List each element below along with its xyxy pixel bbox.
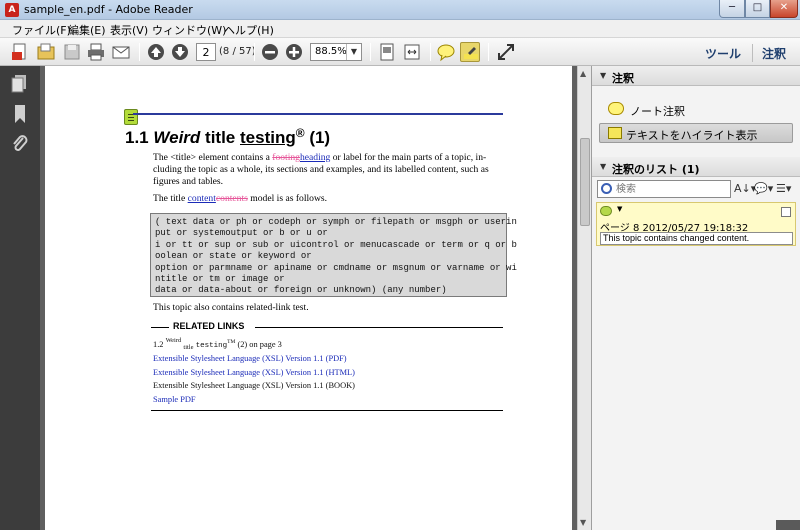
toolbar-separator xyxy=(752,44,753,62)
paragraph-2: The title contentcontents model is as fo… xyxy=(153,193,328,204)
fit-width-icon xyxy=(404,44,420,60)
adobe-reader-icon: A xyxy=(5,3,19,17)
filter-comments-icon[interactable]: 💬▾ xyxy=(754,182,773,195)
create-pdf-icon xyxy=(12,43,26,60)
collapse-triangle-icon[interactable]: ▼ xyxy=(600,162,606,171)
comment-search-box[interactable] xyxy=(597,180,731,198)
speech-bubble-icon xyxy=(608,102,624,115)
envelope-icon xyxy=(112,46,130,59)
bookmarks-icon[interactable] xyxy=(11,104,29,124)
window-title: sample_en.pdf - Adobe Reader xyxy=(24,3,193,16)
zoom-in-button[interactable] xyxy=(284,42,304,62)
highlighter-icon xyxy=(608,127,622,139)
paragraph-1-line-3: figures and tables. xyxy=(153,176,224,187)
related-link-5[interactable]: Sample PDF xyxy=(153,395,196,404)
close-button[interactable]: ✕ xyxy=(770,0,798,18)
print-button[interactable] xyxy=(86,42,106,62)
open-button[interactable] xyxy=(36,42,56,62)
email-button[interactable] xyxy=(111,42,131,62)
toolbar-separator xyxy=(488,43,489,61)
next-page-button[interactable] xyxy=(170,42,190,62)
open-folder-icon xyxy=(37,43,55,60)
comment-text-field[interactable]: This topic contains changed content. xyxy=(600,232,793,245)
collapse-triangle-icon[interactable]: ▼ xyxy=(600,71,606,80)
related-links-header: RELATED LINKS xyxy=(151,321,503,333)
pdf-page: 1.1 Weird title testing® (1) The <title>… xyxy=(45,66,572,530)
related-link-3[interactable]: Extensible Stylesheet Language (XSL) Ver… xyxy=(153,368,355,377)
maximize-button[interactable]: □ xyxy=(745,0,770,18)
comment-panel: ▼ 注釈 ノート注釈 テキストをハイライト表示 ▼ 注釈のリスト (1) A↓▾… xyxy=(591,66,800,530)
tools-pane-button[interactable]: ツール xyxy=(705,45,741,62)
comment-list-section-header[interactable]: ▼ 注釈のリスト (1) xyxy=(592,157,800,177)
paragraph-1-line-1: The <title> element contains a footinghe… xyxy=(153,152,487,163)
save-button[interactable] xyxy=(62,42,82,62)
options-menu-icon[interactable]: ☰▾ xyxy=(776,182,791,195)
annotations-section-header[interactable]: ▼ 注釈 xyxy=(592,66,800,86)
speech-bubble-icon xyxy=(437,44,455,62)
paragraph-1-line-2: cluding the topic as a whole, its sectio… xyxy=(153,164,489,175)
fit-page-button[interactable] xyxy=(377,42,397,62)
menu-help[interactable]: ヘルプ(H) xyxy=(224,22,274,38)
vertical-scrollbar[interactable]: ▲ ▼ xyxy=(577,66,591,530)
comment-pane-button[interactable]: 注釈 xyxy=(762,45,786,62)
highlighter-icon xyxy=(464,47,478,59)
highlight-text-button[interactable] xyxy=(460,42,480,62)
code-block: ( text data or ph or codeph or symph or … xyxy=(150,213,517,297)
zoom-out-button[interactable] xyxy=(260,42,280,62)
section-heading: 1.1 Weird title testing® (1) xyxy=(125,126,331,147)
related-link-2[interactable]: Extensible Stylesheet Language (XSL) Ver… xyxy=(153,354,347,363)
document-viewer[interactable]: 1.1 Weird title testing® (1) The <title>… xyxy=(40,66,577,530)
toolbar-separator xyxy=(254,43,255,61)
comment-bubble-icon xyxy=(600,206,612,216)
heading-rule xyxy=(133,113,503,115)
sort-icon[interactable]: A↓▾ xyxy=(734,182,756,195)
toolbar-separator xyxy=(430,43,431,61)
related-links-bottom-rule xyxy=(151,410,503,411)
highlight-text-tool[interactable]: テキストをハイライト表示 xyxy=(599,123,793,143)
toolbar: (8 / 57) 88.5% ▼ ツール 注釈 xyxy=(0,38,800,66)
plus-circle-icon xyxy=(286,44,302,60)
paragraph-3: This topic also contains related-link te… xyxy=(153,302,309,313)
comment-checkbox[interactable] xyxy=(781,207,791,217)
page-number-input[interactable] xyxy=(196,43,216,61)
related-link-4[interactable]: Extensible Stylesheet Language (XSL) Ver… xyxy=(153,381,355,390)
create-pdf-button[interactable] xyxy=(10,42,30,62)
expand-arrows-icon xyxy=(498,44,514,60)
menu-bar: ファイル(F) 編集(E) 表示(V) ウィンドウ(W) ヘルプ(H) xyxy=(0,20,800,38)
save-icon xyxy=(64,44,80,60)
navigation-pane xyxy=(0,66,40,530)
menu-view[interactable]: 表示(V) xyxy=(110,22,148,38)
fit-width-button[interactable] xyxy=(402,42,422,62)
page-thumbnails-icon[interactable] xyxy=(11,74,29,94)
comment-search-input[interactable] xyxy=(616,182,726,196)
expand-button[interactable] xyxy=(496,42,516,62)
minimize-button[interactable]: ─ xyxy=(719,0,745,18)
sticky-note-button[interactable] xyxy=(436,42,456,62)
sticky-note-annotation-icon[interactable] xyxy=(124,109,138,125)
page-count: (8 / 57) xyxy=(219,46,256,57)
fit-page-icon xyxy=(380,43,394,61)
arrow-down-circle-icon xyxy=(172,44,188,60)
comment-item[interactable]: ▼ ページ 8 2012/05/27 19:18:32 This topic c… xyxy=(596,202,796,246)
menu-edit[interactable]: 編集(E) xyxy=(68,22,106,38)
menu-file[interactable]: ファイル(F) xyxy=(12,22,71,38)
scroll-down-icon[interactable]: ▼ xyxy=(580,518,586,527)
title-bar: A sample_en.pdf - Adobe Reader ─ □ ✕ xyxy=(0,0,800,20)
attachments-icon[interactable] xyxy=(11,134,29,154)
toolbar-separator xyxy=(370,43,371,61)
menu-window[interactable]: ウィンドウ(W) xyxy=(152,22,226,38)
toolbar-separator xyxy=(139,43,140,61)
previous-page-button[interactable] xyxy=(146,42,166,62)
scroll-up-icon[interactable]: ▲ xyxy=(580,69,586,78)
resize-grip[interactable] xyxy=(776,520,800,530)
related-link-1[interactable]: 1.2 Weird title testingTM (2) on page 3 xyxy=(153,337,282,351)
search-icon xyxy=(601,183,612,194)
print-icon xyxy=(88,43,104,61)
chevron-down-icon[interactable]: ▼ xyxy=(617,205,622,213)
minus-circle-icon xyxy=(262,44,278,60)
arrow-up-circle-icon xyxy=(148,44,164,60)
scrollbar-thumb[interactable] xyxy=(580,138,590,226)
chevron-down-icon[interactable]: ▼ xyxy=(346,44,361,60)
